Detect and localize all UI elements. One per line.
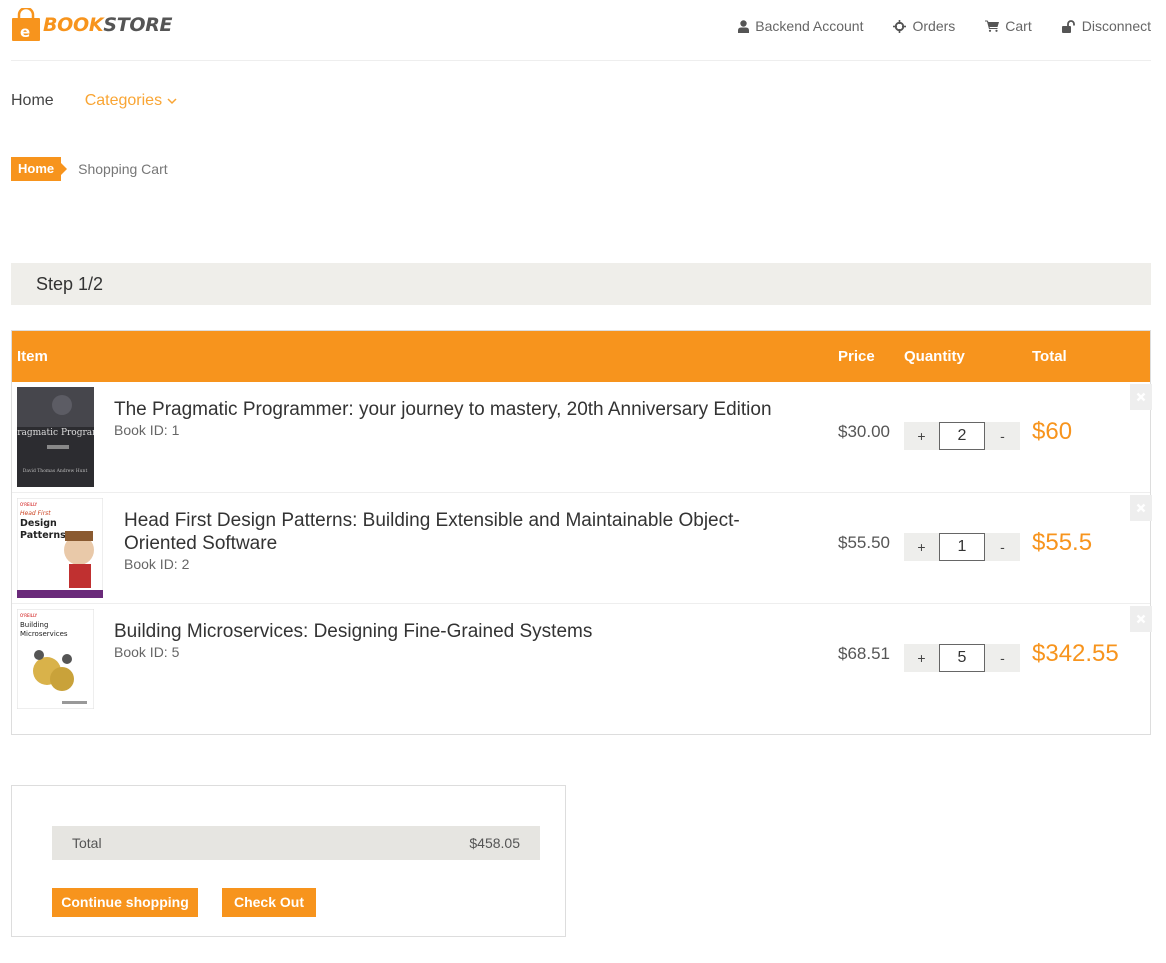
svg-text:O'REILLY: O'REILLY [20, 502, 38, 507]
quantity-input[interactable]: 1 [939, 533, 985, 561]
svg-text:Patterns: Patterns [20, 530, 66, 541]
svg-text:Head First: Head First [20, 510, 51, 517]
quantity-stepper: + 2 - [904, 422, 1020, 450]
top-header: e BOOKSTORE Backend Account Orders Cart … [11, 0, 1151, 61]
svg-text:Building: Building [20, 621, 48, 629]
header-price: Price [838, 348, 875, 365]
decrease-quantity-button[interactable]: - [985, 422, 1020, 450]
backend-account-label: Backend Account [755, 18, 864, 34]
decrease-quantity-button[interactable]: - [985, 644, 1020, 672]
shopping-bag-icon: e [12, 8, 40, 41]
crosshair-icon [893, 19, 907, 33]
increase-quantity-button[interactable]: + [904, 422, 939, 450]
continue-shopping-button[interactable]: Continue shopping [52, 888, 198, 917]
cart-icon [985, 20, 1000, 32]
quantity-stepper: + 1 - [904, 533, 1020, 561]
summary-total-value: $458.05 [469, 835, 520, 851]
backend-account-link[interactable]: Backend Account [738, 18, 863, 34]
item-title[interactable]: Building Microservices: Designing Fine-G… [114, 620, 814, 643]
book-cover-image: O'REILLY Head First Design Patterns [17, 498, 103, 598]
svg-text:The Pragmatic Programmer: The Pragmatic Programmer [17, 428, 94, 438]
svg-text:Microservices: Microservices [20, 630, 68, 638]
decrease-quantity-button[interactable]: - [985, 533, 1020, 561]
unlock-icon [1061, 19, 1075, 33]
summary-total-row: Total $458.05 [52, 826, 540, 860]
close-icon [1136, 614, 1146, 624]
book-cover-image: The Pragmatic Programmer David Thomas An… [17, 387, 94, 487]
item-price: $30.00 [838, 422, 890, 441]
item-title[interactable]: Head First Design Patterns: Building Ext… [124, 509, 804, 555]
item-total: $342.55 [1032, 640, 1119, 667]
item-total: $55.5 [1032, 529, 1093, 556]
cart-table: Item Price Quantity Total The Pragmatic … [11, 330, 1152, 735]
increase-quantity-button[interactable]: + [904, 533, 939, 561]
svg-text:David Thomas Andrew Hunt: David Thomas Andrew Hunt [23, 468, 88, 474]
close-icon [1136, 503, 1146, 513]
item-book-id: Book ID: 2 [124, 556, 190, 572]
nav-home[interactable]: Home [11, 92, 54, 110]
breadcrumb: Home Shopping Cart [11, 157, 168, 181]
item-price: $68.51 [838, 644, 890, 663]
quantity-input[interactable]: 2 [939, 422, 985, 450]
item-total: $60 [1032, 418, 1073, 445]
orders-link[interactable]: Orders [893, 18, 955, 34]
book-cover-image: O'REILLY Building Microservices [17, 609, 94, 709]
bookstore-logo[interactable]: e BOOKSTORE [11, 8, 173, 41]
disconnect-label: Disconnect [1081, 18, 1151, 34]
cart-row: O'REILLY Building Microservices Building… [12, 604, 1152, 715]
remove-item-button[interactable] [1130, 495, 1152, 521]
step-indicator: Step 1/2 [11, 263, 1151, 305]
close-icon [1136, 392, 1146, 402]
disconnect-link[interactable]: Disconnect [1061, 18, 1151, 34]
cart-row: The Pragmatic Programmer David Thomas An… [12, 382, 1152, 493]
item-book-id: Book ID: 1 [114, 422, 180, 438]
item-title[interactable]: The Pragmatic Programmer: your journey t… [114, 398, 814, 421]
summary-total-label: Total [72, 835, 102, 851]
user-icon [738, 19, 750, 33]
quantity-input[interactable]: 5 [939, 644, 985, 672]
checkout-button[interactable]: Check Out [222, 888, 316, 917]
nav-categories[interactable]: Categories [85, 92, 177, 110]
increase-quantity-button[interactable]: + [904, 644, 939, 672]
header-quantity: Quantity [904, 348, 965, 365]
breadcrumb-current: Shopping Cart [78, 161, 168, 177]
item-book-id: Book ID: 5 [114, 644, 180, 660]
item-price: $55.50 [838, 533, 890, 552]
header-total: Total [1032, 348, 1067, 365]
nav-categories-label: Categories [84, 92, 163, 109]
cart-link[interactable]: Cart [985, 18, 1032, 34]
order-summary: Total $458.05 Continue shopping Check Ou… [11, 785, 566, 937]
account-links: Backend Account Orders Cart Disconnect [738, 18, 1151, 34]
orders-label: Orders [912, 18, 956, 34]
svg-text:e: e [20, 23, 30, 41]
quantity-stepper: + 5 - [904, 644, 1020, 672]
main-nav: Home Categories [11, 92, 177, 110]
remove-item-button[interactable] [1130, 606, 1152, 632]
svg-text:O'REILLY: O'REILLY [20, 613, 38, 618]
cart-table-header: Item Price Quantity Total [12, 331, 1150, 382]
cart-row: O'REILLY Head First Design Patterns Head… [12, 493, 1152, 604]
chevron-down-icon [167, 97, 177, 104]
breadcrumb-home[interactable]: Home [11, 157, 68, 181]
cart-label: Cart [1005, 18, 1032, 34]
svg-text:Design: Design [20, 518, 57, 529]
logo-text: BOOKSTORE [43, 13, 173, 36]
remove-item-button[interactable] [1130, 384, 1152, 410]
header-item: Item [17, 348, 48, 365]
